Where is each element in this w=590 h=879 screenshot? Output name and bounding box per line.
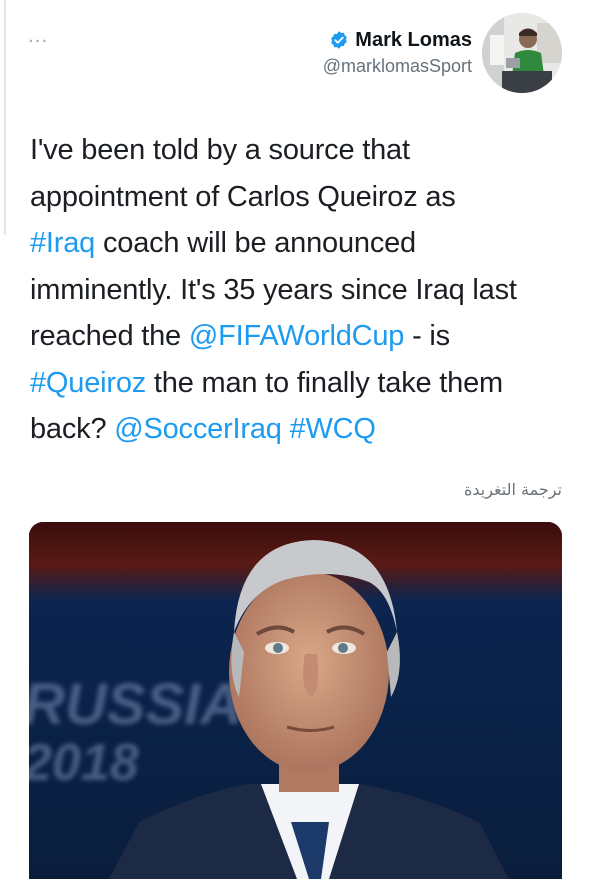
translate-tweet-link[interactable]: ترجمة التغريدة bbox=[464, 480, 562, 499]
tweet-text-segment: imminently. It's 35 years since Iraq las… bbox=[30, 273, 517, 306]
tweet-text-line: back? @SoccerIraq #WCQ bbox=[30, 406, 570, 453]
tweet-text-line: imminently. It's 35 years since Iraq las… bbox=[30, 267, 570, 314]
tweet-text-segment: I've been told by a source that bbox=[30, 134, 410, 166]
hashtag-link[interactable]: #Iraq bbox=[30, 227, 95, 259]
verified-badge-icon bbox=[331, 31, 348, 49]
tweet-text-segment: the man to finally take them bbox=[146, 366, 503, 399]
tweet-text-segment: reached the bbox=[30, 320, 189, 352]
author-name-row[interactable]: Mark Lomas bbox=[323, 26, 472, 54]
tweet-text-line: #Queiroz the man to finally take them bbox=[30, 360, 570, 407]
author-handle[interactable]: @marklomasSport bbox=[323, 56, 472, 77]
hashtag-link[interactable]: #WCQ bbox=[290, 413, 376, 445]
hashtag-link[interactable]: #Queiroz bbox=[30, 367, 146, 399]
media-bg-text-2: 2018 bbox=[29, 734, 139, 792]
tweet-header: Mark Lomas @marklomasSport bbox=[323, 26, 472, 77]
tweet-text-segment: appointment of Carlos Queiroz as bbox=[30, 180, 456, 213]
author-name[interactable]: Mark Lomas bbox=[355, 29, 472, 52]
avatar-photo bbox=[482, 13, 562, 93]
media-bg-text-1: RUSSIA bbox=[29, 672, 242, 737]
mention-link[interactable]: @SoccerIraq bbox=[114, 413, 282, 445]
mention-link[interactable]: @FIFAWorldCup bbox=[189, 320, 405, 352]
tweet-text-segment bbox=[282, 413, 290, 445]
thread-line bbox=[4, 0, 6, 235]
tweet-text-segment: back? bbox=[30, 413, 115, 445]
tweet-media-image[interactable]: RUSSIA 2018 bbox=[29, 522, 562, 879]
media-photo: RUSSIA 2018 bbox=[29, 522, 562, 879]
tweet-text-line: reached the @FIFAWorldCup - is bbox=[30, 313, 570, 360]
tweet-text-segment: coach will be announced bbox=[95, 227, 416, 259]
tweet-text-line: #Iraq coach will be announced bbox=[30, 220, 570, 267]
tweet-text-line: I've been told by a source that bbox=[30, 127, 570, 174]
tweet-text-segment: - is bbox=[404, 320, 450, 352]
tweet-text: I've been told by a source that appointme… bbox=[30, 127, 570, 453]
more-options-icon[interactable]: ... bbox=[28, 28, 48, 46]
avatar[interactable] bbox=[482, 13, 562, 93]
tweet-text-line: appointment of Carlos Queiroz as bbox=[30, 174, 570, 221]
